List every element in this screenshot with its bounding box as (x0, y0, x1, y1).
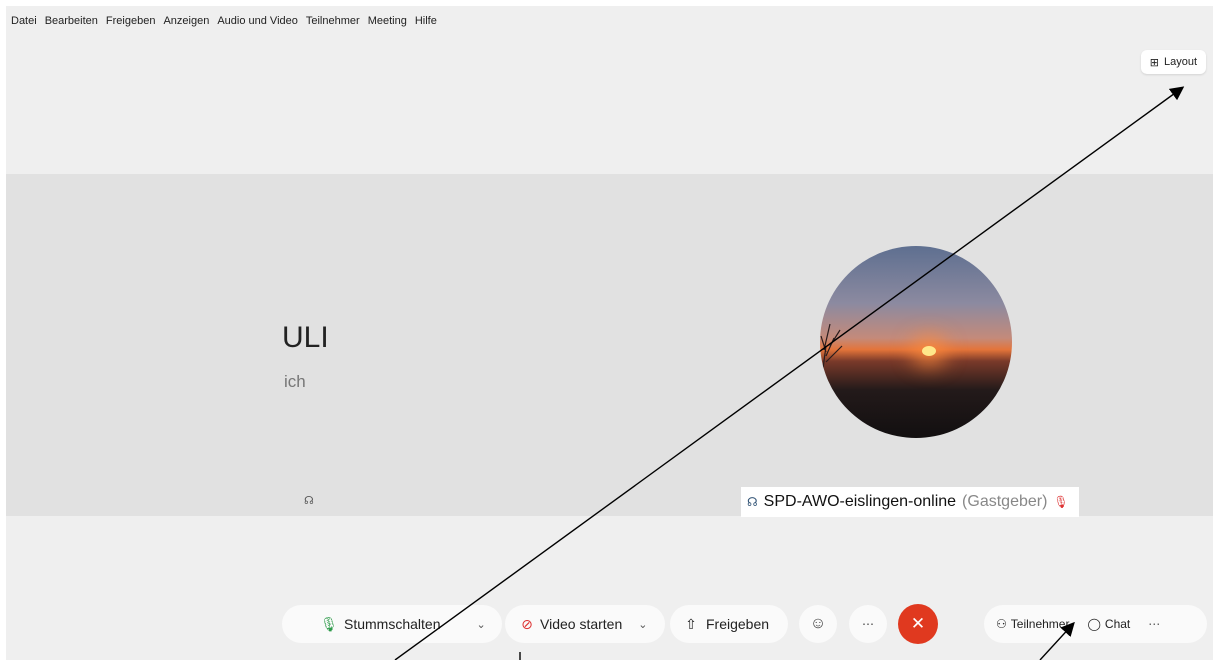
leave-meeting-button[interactable]: ✕ (898, 604, 938, 644)
host-name: SPD-AWO-eislingen-online (763, 493, 957, 510)
host-role: (Gastgeber) (962, 493, 1048, 510)
share-label: Freigeben (706, 616, 770, 632)
grid-icon: ⊞ (1149, 56, 1159, 69)
chevron-down-icon[interactable]: ⌄ (476, 618, 485, 631)
video-stage: ULI ich ☊ ☊ SPD-AWO-eislingen-online (Ga… (6, 174, 1213, 517)
smiley-icon: ☺ (809, 615, 827, 632)
menu-datei[interactable]: Datei (10, 15, 38, 27)
participant-name: ULI (282, 321, 329, 354)
side-panel-toolbar: ⚇ Teilnehmer ◯ Chat ⋯ (984, 605, 1207, 643)
menu-audio-video[interactable]: Audio und Video (216, 15, 299, 27)
participant-tile-self[interactable]: ULI ich ☊ (6, 174, 618, 516)
avatar (820, 246, 1012, 438)
participant-subtitle: ich (284, 372, 306, 391)
meeting-window: Datei Bearbeiten Freigeben Anzeigen Audi… (6, 6, 1213, 660)
mute-label: Stummschalten (344, 616, 441, 632)
sun-icon (922, 346, 936, 356)
chevron-down-icon[interactable]: ⌄ (638, 618, 647, 631)
menu-bar: Datei Bearbeiten Freigeben Anzeigen Audi… (6, 6, 438, 36)
chat-bubble-icon: ◯ (1087, 617, 1101, 631)
chat-button[interactable]: ◯ Chat (1087, 617, 1130, 631)
tree-icon (820, 323, 843, 376)
mute-button[interactable]: 🎙︎ Stummschalten ⌄ (282, 605, 502, 643)
share-button[interactable]: ⇧ Freigeben (670, 605, 788, 643)
menu-meeting[interactable]: Meeting (367, 15, 408, 27)
layout-label: Layout (1163, 56, 1197, 68)
microphone-icon: 🎙︎ (320, 615, 338, 632)
chat-label: Chat (1104, 617, 1131, 631)
menu-anzeigen[interactable]: Anzeigen (162, 15, 210, 27)
ellipsis-icon[interactable]: ⋯ (1148, 617, 1160, 631)
participants-label: Teilnehmer (1010, 617, 1070, 631)
video-off-icon: ⊘ (521, 615, 533, 632)
start-video-button[interactable]: ⊘ Video starten ⌄ (505, 605, 665, 643)
close-icon: ✕ (910, 614, 926, 633)
layout-button[interactable]: ⊞ Layout (1140, 50, 1206, 74)
headset-icon: ☊ (304, 495, 314, 507)
participants-icon: ⚇ (996, 617, 1007, 631)
menu-freigeben[interactable]: Freigeben (105, 15, 157, 27)
mic-muted-icon: 🎙︎ (1053, 495, 1069, 509)
ellipsis-icon: ⋯ (862, 617, 874, 631)
participants-button[interactable]: ⚇ Teilnehmer (996, 617, 1069, 631)
menu-bearbeiten[interactable]: Bearbeiten (44, 15, 99, 27)
reactions-button[interactable]: ☺ (799, 605, 837, 643)
more-options-button[interactable]: ⋯ (849, 605, 887, 643)
host-name-label: ☊ SPD-AWO-eislingen-online (Gastgeber) 🎙… (741, 487, 1079, 517)
headset-icon: ☊ (747, 495, 758, 509)
menu-hilfe[interactable]: Hilfe (414, 15, 438, 27)
menu-teilnehmer[interactable]: Teilnehmer (305, 15, 361, 27)
share-icon: ⇧ (685, 615, 697, 632)
video-label: Video starten (540, 616, 623, 632)
